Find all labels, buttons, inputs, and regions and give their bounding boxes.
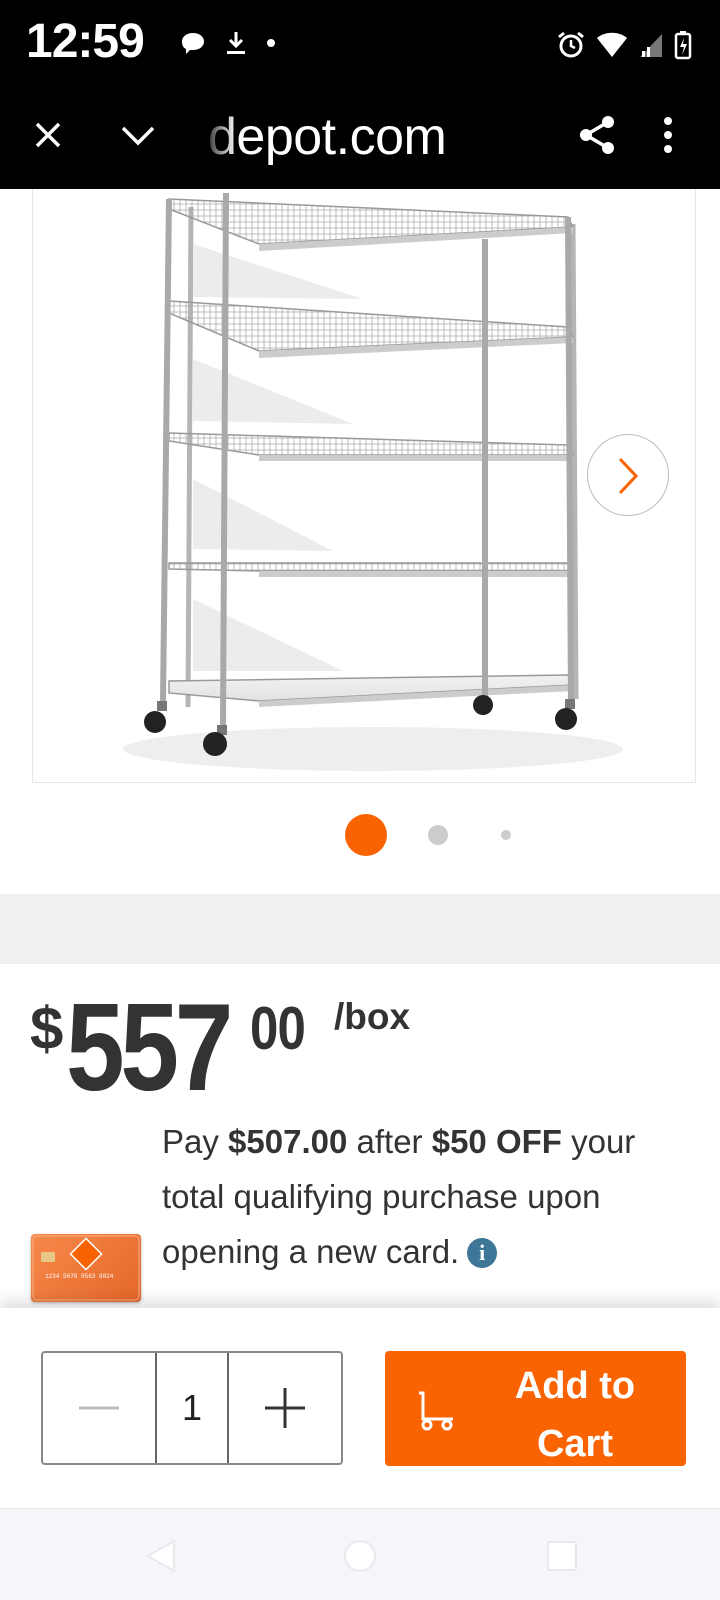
credit-card-image: 1234 5678 0563 9024 <box>31 1234 141 1302</box>
chevron-right-icon <box>618 457 639 495</box>
home-depot-card-icon: 1234 5678 0563 9024 <box>32 1235 140 1301</box>
collapse-button[interactable] <box>118 115 158 155</box>
promo-text: Pay $507.00 after $50 OFF your total qua… <box>162 1114 702 1279</box>
pagination-dot-small[interactable] <box>501 830 511 840</box>
nav-back-button[interactable] <box>140 1531 190 1581</box>
plus-icon <box>265 1388 305 1428</box>
add-to-cart-bar: 1 Add to Cart <box>0 1308 720 1508</box>
promo-pay-prefix: Pay <box>162 1123 229 1160</box>
alarm-icon <box>558 31 584 58</box>
price-cents: 00 <box>250 995 306 1062</box>
price-unit: /box <box>334 996 411 1037</box>
close-button[interactable] <box>28 115 68 155</box>
info-icon[interactable]: i <box>467 1238 498 1268</box>
signal-icon <box>640 34 662 57</box>
price-dollars: 557 <box>66 979 233 1117</box>
increase-quantity-button[interactable] <box>229 1353 341 1463</box>
chat-bubble-icon <box>182 33 204 54</box>
system-navigation-bar <box>0 1508 720 1600</box>
dot-icon <box>267 39 275 47</box>
add-to-cart-button[interactable]: Add to Cart <box>385 1351 686 1466</box>
next-image-button[interactable] <box>587 434 669 516</box>
promo-pay-amount: $507.00 <box>228 1123 348 1160</box>
battery-icon <box>674 31 692 60</box>
section-divider <box>0 894 720 964</box>
share-icon <box>580 116 614 154</box>
status-left-icons <box>180 30 276 56</box>
url-display[interactable]: depot.com <box>208 107 447 167</box>
quantity-input[interactable]: 1 <box>155 1353 229 1463</box>
promo-discount: $50 OFF <box>431 1123 562 1160</box>
status-right-icons <box>556 30 692 60</box>
more-vert-icon <box>664 117 672 153</box>
price-currency: $ <box>30 995 64 1062</box>
home-icon <box>344 1540 376 1572</box>
pagination-dot-active[interactable] <box>345 814 387 856</box>
product-image-card <box>0 189 720 894</box>
pagination-dot[interactable] <box>428 825 448 845</box>
more-options-button[interactable] <box>658 113 678 157</box>
status-time: 12:59 <box>26 15 145 68</box>
wifi-icon <box>597 32 627 57</box>
add-to-cart-label: Add to Cart <box>514 1365 636 1465</box>
back-icon <box>145 1539 175 1573</box>
browser-toolbar: depot.com <box>0 95 720 189</box>
cart-icon <box>419 1391 453 1431</box>
card-number-text: 1234 5678 0563 9024 <box>45 1273 114 1280</box>
promo-after-text: after <box>347 1123 432 1160</box>
chevron-down-icon <box>121 126 155 146</box>
download-icon <box>227 32 245 54</box>
nav-home-button[interactable] <box>335 1531 385 1581</box>
close-icon <box>35 122 61 148</box>
recents-icon <box>547 1541 577 1571</box>
nav-recents-button[interactable] <box>537 1531 587 1581</box>
share-button[interactable] <box>576 113 620 157</box>
image-pagination <box>0 814 720 864</box>
minus-icon <box>79 1406 119 1410</box>
price-section: $ 557 00 /box 1234 5678 0563 9024 Pay $5… <box>0 964 720 1304</box>
quantity-stepper: 1 <box>41 1351 343 1465</box>
url-fade <box>200 105 236 165</box>
status-bar: 12:59 <box>0 0 720 95</box>
decrease-quantity-button[interactable] <box>43 1353 155 1463</box>
page: 12:59 depot.com $ 557 00 /box 1234 5678 … <box>0 0 720 1600</box>
